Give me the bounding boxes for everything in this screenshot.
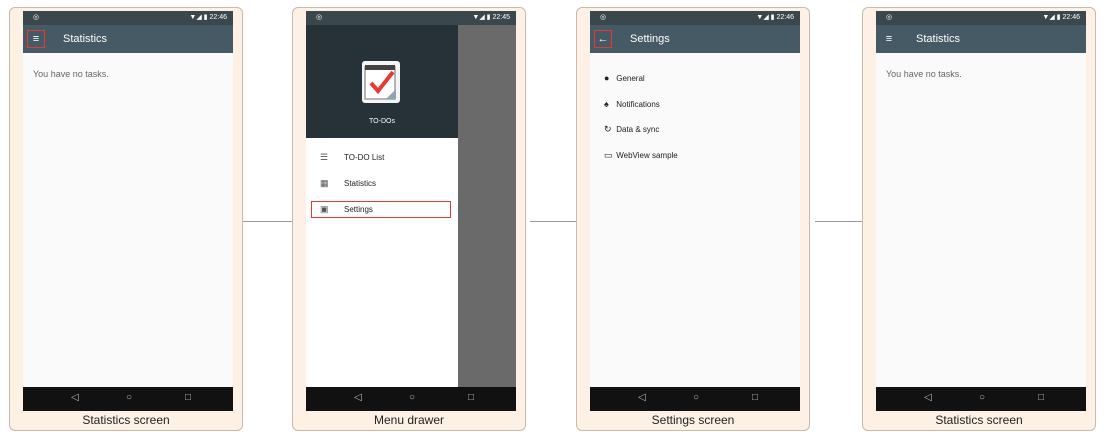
status-bar: ◎ ▼◢ ▮ 22:45 [306,11,516,25]
back-icon[interactable]: ◁ [71,392,79,403]
list-icon: ☰ [320,152,329,162]
home-icon[interactable]: ○ [979,392,985,403]
home-icon[interactable]: ○ [126,392,132,403]
notification-icon: ◎ [316,14,323,21]
drawer-item-todo-list[interactable]: ☰ TO-DO List [320,152,384,163]
card-caption: Statistics screen [935,413,1023,427]
system-nav-bar: ◁ ○ □ [306,387,516,411]
recents-icon[interactable]: □ [752,392,758,403]
recents-icon[interactable]: □ [1038,392,1044,403]
system-nav-bar: ◁ ○ □ [23,387,233,411]
app-bar: ← Settings [590,25,800,53]
settings-item-label: General [616,74,645,83]
empty-message: You have no tasks. [886,69,962,79]
signal-icons: ▼◢ ▮ [756,14,775,21]
back-icon[interactable]: ◁ [638,392,646,403]
card-settings-screen: ◎ ▼◢ ▮ 22:46 ← Settings ● General ♠ Noti… [576,7,810,431]
drawer-header: TO-DOs [306,25,458,138]
bell-icon: ♠ [604,99,609,109]
card-menu-drawer: ◎ ▼◢ ▮ 22:45 TO-DOs ☰ TO-DO List ▦ Statist… [292,7,526,431]
drawer-scrim[interactable] [458,25,516,387]
back-icon[interactable]: ◁ [924,392,932,403]
web-icon: ▭ [604,150,613,160]
notification-icon: ◎ [600,14,607,21]
status-time: 22:46 [209,14,227,21]
connector-3 [815,221,865,222]
phone-frame: ◎ ▼◢ ▮ 22:46 ≡ Statistics You have no ta… [23,11,233,411]
recents-icon[interactable]: □ [185,392,191,403]
notification-icon: ◎ [886,14,893,21]
settings-item-notifications[interactable]: ♠ Notifications [604,99,660,109]
signal-icons: ▼◢ ▮ [1042,14,1061,21]
empty-message: You have no tasks. [33,69,109,79]
system-nav-bar: ◁ ○ □ [590,387,800,411]
settings-item-label: Data & sync [616,125,660,134]
connector-1 [243,221,295,222]
page-title: Statistics [916,33,961,45]
settings-item-webview-sample[interactable]: ▭ WebView sample [604,150,678,161]
phone-frame: ◎ ▼◢ ▮ 22:46 ← Settings ● General ♠ Noti… [590,11,800,411]
phone-frame: ◎ ▼◢ ▮ 22:46 ≡ Statistics You have no ta… [876,11,1086,411]
status-time: 22:46 [776,14,794,21]
menu-icon[interactable]: ≡ [880,30,898,48]
drawer-item-label: Statistics [344,179,377,188]
status-bar: ◎ ▼◢ ▮ 22:46 [876,11,1086,25]
home-icon[interactable]: ○ [409,392,415,403]
notification-icon: ◎ [33,14,40,21]
sync-icon: ↻ [604,124,612,134]
status-bar: ◎ ▼◢ ▮ 22:46 [23,11,233,25]
page-title: Settings [630,33,670,45]
todo-logo-icon [362,61,400,103]
drawer-menu: ☰ TO-DO List ▦ Statistics ▣ Settings [306,138,458,388]
drawer-item-statistics[interactable]: ▦ Statistics [320,178,376,189]
drawer-item-label: TO-DO List [344,153,385,162]
card-statistics-screen-2: ◎ ▼◢ ▮ 22:46 ≡ Statistics You have no ta… [862,7,1096,431]
menu-icon[interactable]: ≡ [27,30,45,48]
connector-2 [530,221,578,222]
system-nav-bar: ◁ ○ □ [876,387,1086,411]
app-bar: ≡ Statistics [876,25,1086,53]
signal-icons: ▼◢ ▮ [472,14,491,21]
bar-chart-icon: ▦ [320,178,329,188]
signal-icons: ▼◢ ▮ [189,14,208,21]
settings-item-label: WebView sample [616,151,678,160]
card-caption: Menu drawer [373,413,445,427]
status-time: 22:45 [492,14,510,21]
drawer-header-label: TO-DOs [369,118,395,125]
settings-highlight [311,201,451,218]
status-time: 22:46 [1062,14,1080,21]
home-icon[interactable]: ○ [693,392,699,403]
card-caption: Settings screen [651,413,735,427]
card-statistics-screen: ◎ ▼◢ ▮ 22:46 ≡ Statistics You have no ta… [9,7,243,431]
settings-item-label: Notifications [616,100,660,109]
recents-icon[interactable]: □ [468,392,474,403]
page-title: Statistics [63,33,108,45]
phone-frame: ◎ ▼◢ ▮ 22:45 TO-DOs ☰ TO-DO List ▦ Statist… [306,11,516,411]
status-bar: ◎ ▼◢ ▮ 22:46 [590,11,800,25]
settings-item-data-sync[interactable]: ↻ Data & sync [604,124,659,135]
back-icon[interactable]: ◁ [354,392,362,403]
settings-item-general[interactable]: ● General [604,73,645,83]
back-arrow-icon[interactable]: ← [594,30,612,48]
card-caption: Statistics screen [82,413,170,427]
app-bar: ≡ Statistics [23,25,233,53]
info-icon: ● [604,73,610,83]
